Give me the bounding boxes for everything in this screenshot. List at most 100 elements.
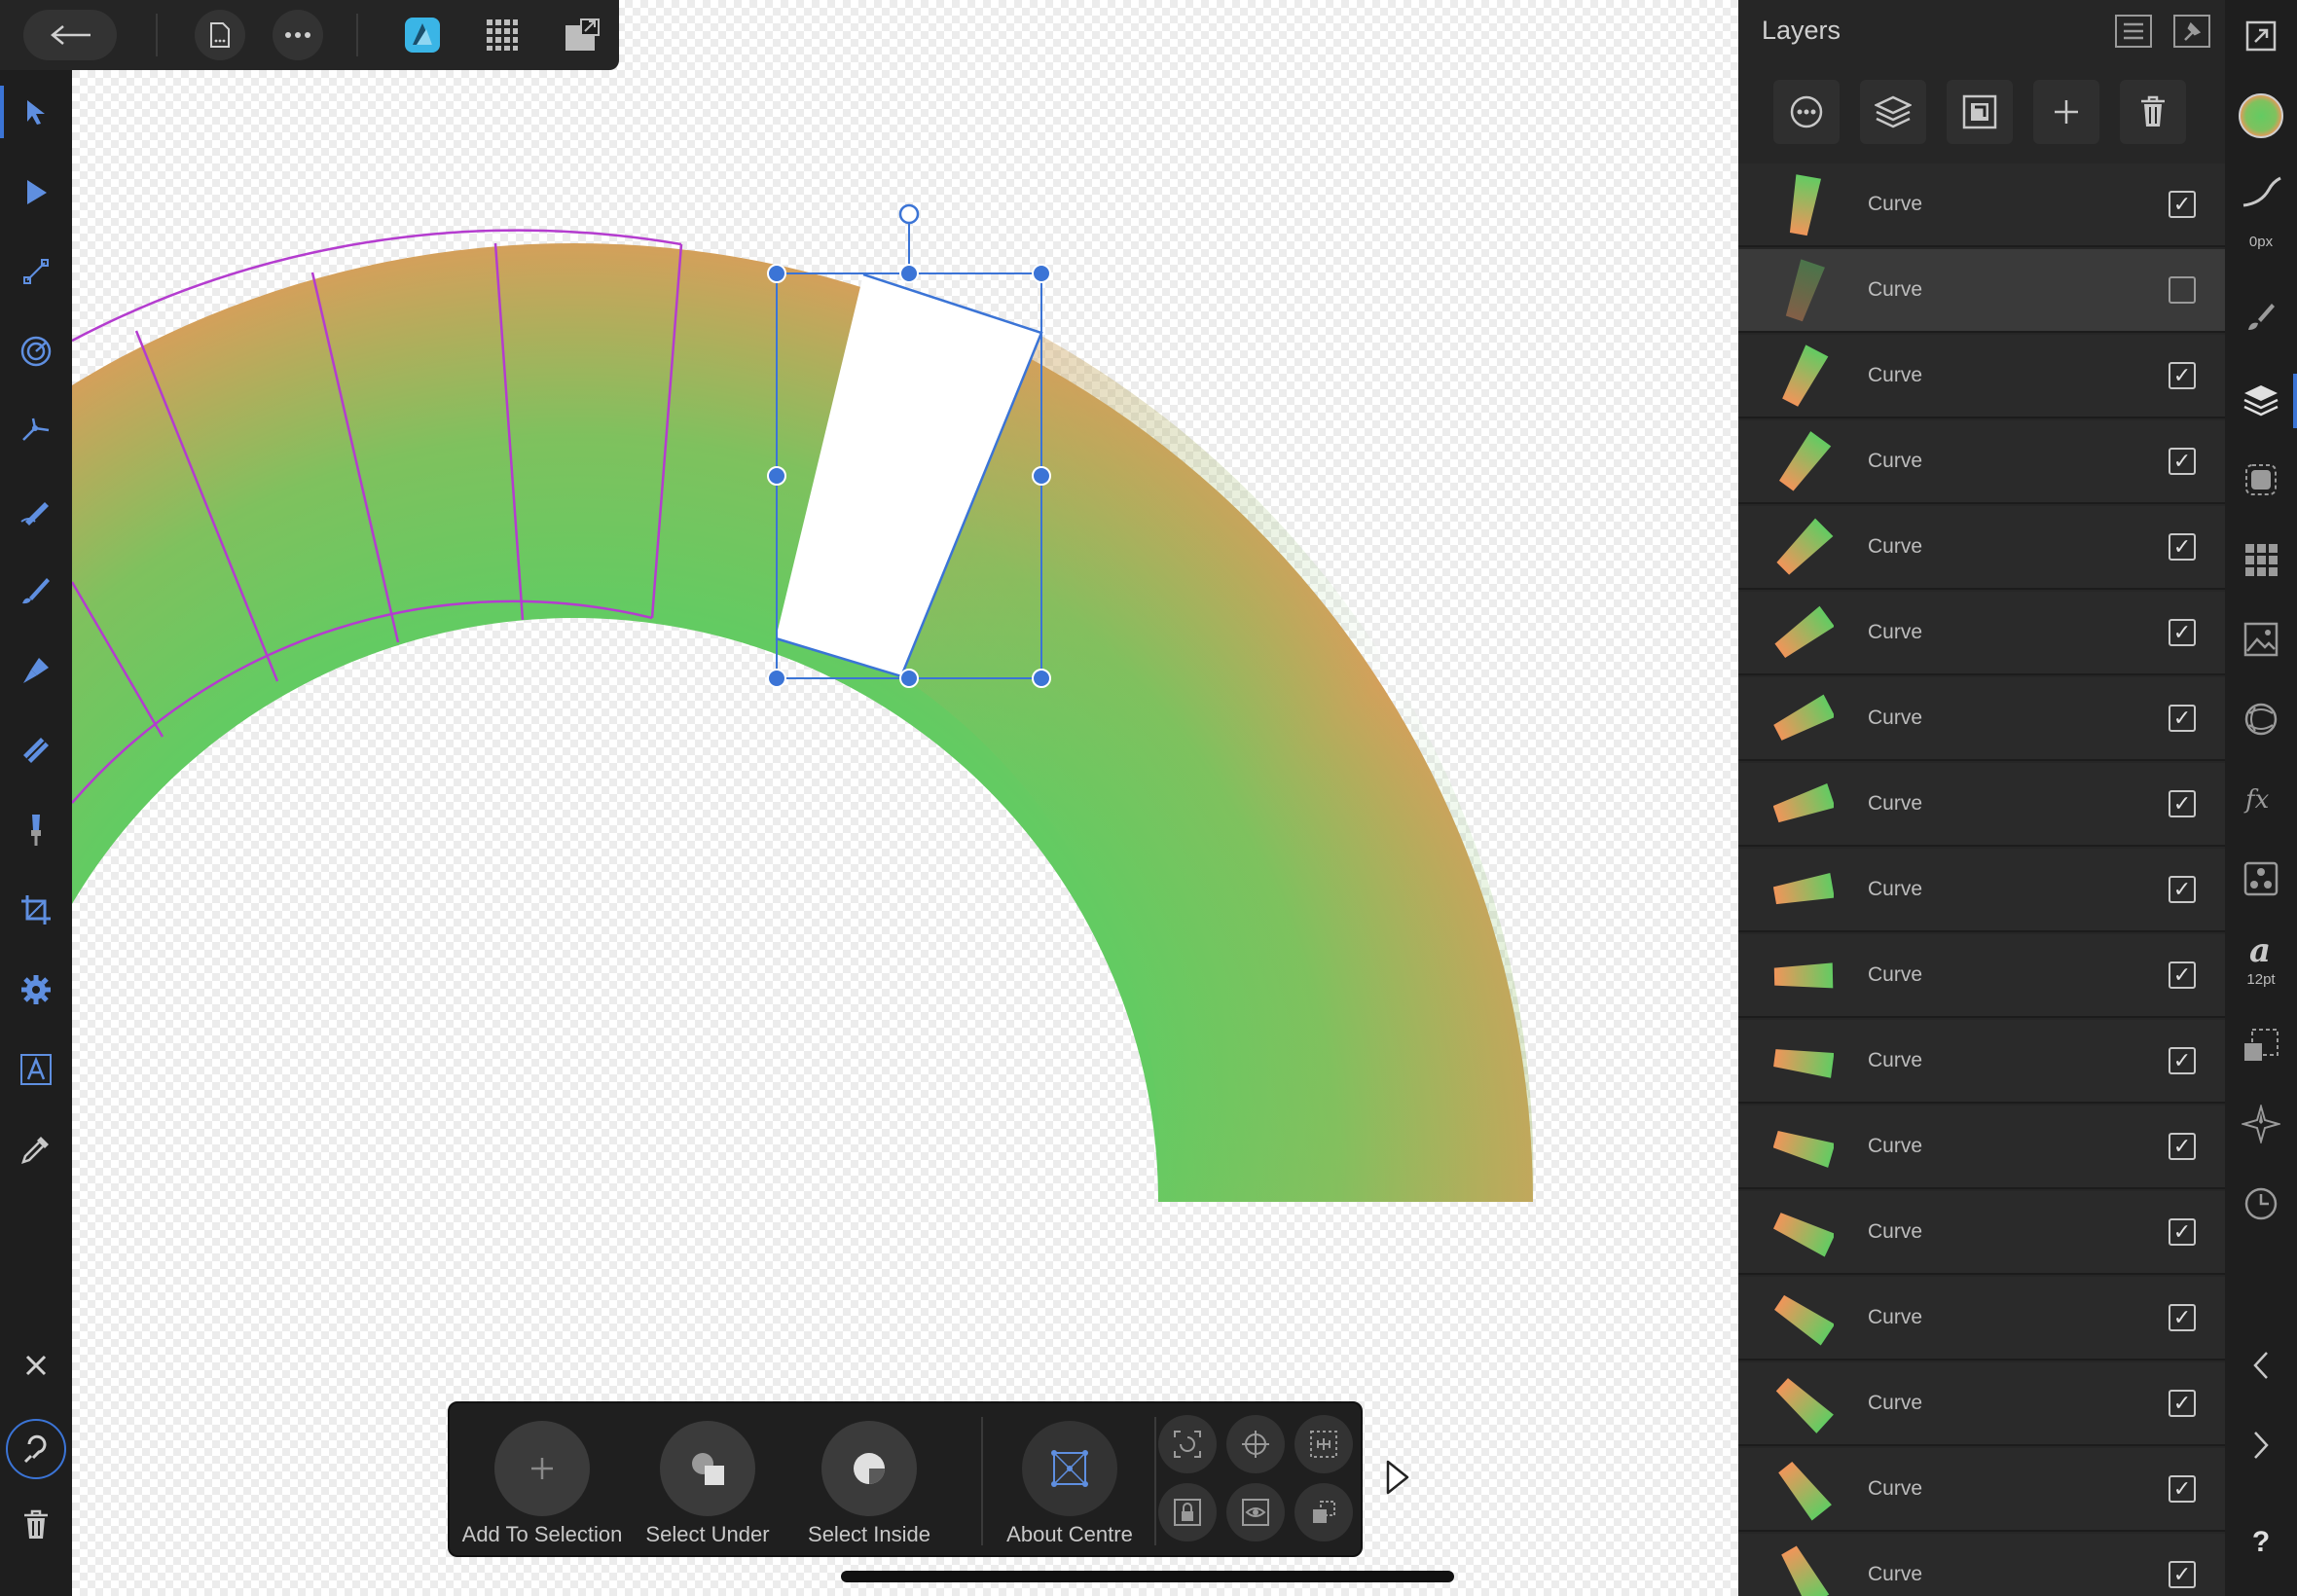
swatches-studio-button[interactable]	[2237, 535, 2285, 584]
layer-name: Curve	[1868, 1477, 1923, 1500]
color-picker-tool[interactable]	[12, 1125, 60, 1174]
layer-name: Curve	[1868, 1563, 1923, 1585]
pin-panel-button[interactable]	[2172, 12, 2211, 51]
artwork[interactable]	[72, 0, 1738, 1596]
delete-layer-button[interactable]	[2120, 80, 2186, 144]
arrange-button[interactable]	[1294, 1483, 1353, 1542]
back-button[interactable]	[23, 10, 117, 60]
layer-visibility-checkbox[interactable]: ✓	[2169, 1133, 2196, 1160]
layer-visibility-checkbox[interactable]: ✓	[2169, 790, 2196, 817]
styles-studio-button[interactable]	[2237, 854, 2285, 903]
brushes-studio-button[interactable]	[2237, 292, 2285, 341]
select-inside-button[interactable]: Select Inside	[786, 1413, 952, 1549]
layer-visibility-checkbox[interactable]: ✓	[2169, 362, 2196, 389]
collapse-right-button[interactable]	[2237, 1421, 2285, 1469]
transform-studio-button[interactable]	[2237, 1022, 2285, 1070]
about-centre-button[interactable]: About Centre	[987, 1413, 1152, 1549]
layer-list[interactable]: Curve ✓ Curve Curve ✓ Curve ✓ Curve ✓ Curve ✓ Curve…	[1738, 163, 2225, 1596]
export-persona-button[interactable]	[557, 10, 607, 60]
fill-tool[interactable]	[12, 726, 60, 775]
vector-brush-tool[interactable]	[12, 566, 60, 615]
layer-row[interactable]: Curve ✓	[1738, 420, 2225, 504]
pen-tool[interactable]	[12, 646, 60, 695]
layer-row[interactable]: Curve ✓	[1738, 1277, 2225, 1360]
effects-studio-button[interactable]: fx	[2237, 775, 2285, 823]
vector-brush-icon	[22, 578, 50, 604]
layer-visibility-checkbox[interactable]: ✓	[2169, 876, 2196, 903]
layer-row[interactable]: Curve ✓	[1738, 1448, 2225, 1532]
move-tool[interactable]	[12, 88, 60, 136]
designer-persona-button[interactable]	[397, 10, 448, 60]
history-studio-button[interactable]	[2237, 1179, 2285, 1228]
transparency-tool[interactable]	[12, 806, 60, 854]
layer-visibility-checkbox[interactable]: ✓	[2169, 1047, 2196, 1074]
blend-options-button[interactable]	[1773, 80, 1840, 144]
layers-studio-button[interactable]	[2237, 376, 2285, 424]
transform-origin-button[interactable]	[1158, 1415, 1217, 1473]
mask-layer-button[interactable]	[1947, 80, 2013, 144]
shape-tool[interactable]	[12, 965, 60, 1014]
layer-visibility-checkbox[interactable]: ✓	[2169, 533, 2196, 561]
layer-visibility-checkbox[interactable]: ✓	[2169, 1475, 2196, 1503]
more-button[interactable]	[273, 10, 323, 60]
add-to-selection-button[interactable]: Add To Selection	[459, 1413, 625, 1549]
close-tool-button[interactable]	[12, 1341, 60, 1390]
layer-row[interactable]: Curve ✓	[1738, 1362, 2225, 1446]
layer-row[interactable]: Curve ✓	[1738, 592, 2225, 675]
text-tool[interactable]	[12, 1045, 60, 1094]
layer-row[interactable]: Curve ✓	[1738, 934, 2225, 1018]
layer-row[interactable]: Curve ✓	[1738, 677, 2225, 761]
layer-visibility-checkbox[interactable]: ✓	[2169, 1304, 2196, 1331]
layer-visibility-checkbox[interactable]: ✓	[2169, 619, 2196, 646]
contour-tool[interactable]	[12, 407, 60, 455]
layer-row[interactable]: Curve ✓	[1738, 335, 2225, 418]
layer-visibility-checkbox[interactable]: ✓	[2169, 448, 2196, 475]
stroke-button[interactable]	[2237, 167, 2285, 216]
layer-row[interactable]: Curve ✓	[1738, 763, 2225, 847]
pencil-tool[interactable]	[12, 487, 60, 535]
snapping-button[interactable]	[1226, 1415, 1285, 1473]
layer-visibility-checkbox[interactable]: ✓	[2169, 961, 2196, 989]
layer-row[interactable]: Curve ✓	[1738, 1191, 2225, 1275]
layer-visibility-checkbox[interactable]: ✓	[2169, 1218, 2196, 1246]
pixel-persona-button[interactable]	[477, 10, 528, 60]
node-tool[interactable]	[12, 167, 60, 216]
layer-row[interactable]: Curve ✓	[1738, 1106, 2225, 1189]
layer-row[interactable]: Curve ✓	[1738, 1534, 2225, 1596]
layer-visibility-checkbox[interactable]: ✓	[2169, 1561, 2196, 1588]
navigator-studio-button[interactable]	[2237, 1100, 2285, 1148]
align-button[interactable]	[1294, 1415, 1353, 1473]
stock-studio-button[interactable]	[2237, 615, 2285, 664]
view-mode-button[interactable]	[2237, 12, 2285, 60]
crop-tool[interactable]	[12, 886, 60, 934]
add-layer-button[interactable]	[2033, 80, 2099, 144]
document-button[interactable]	[195, 10, 245, 60]
point-transform-tool[interactable]	[12, 327, 60, 376]
select-under-button[interactable]: Select Under	[625, 1413, 790, 1549]
layer-row[interactable]: Curve ✓	[1738, 849, 2225, 932]
affinity-designer-icon	[405, 18, 440, 53]
transparency-studio-button[interactable]	[2237, 695, 2285, 744]
layer-visibility-checkbox[interactable]: ✓	[2169, 705, 2196, 732]
layer-row[interactable]: Curve	[1738, 249, 2225, 333]
delete-button[interactable]	[12, 1501, 60, 1549]
assistant-button[interactable]	[6, 1419, 66, 1479]
layer-visibility-checkbox[interactable]: ✓	[2169, 191, 2196, 218]
view-children-button[interactable]	[1226, 1483, 1285, 1542]
appearance-studio-button[interactable]	[2237, 455, 2285, 504]
fill-color-swatch[interactable]	[2237, 91, 2285, 140]
collapse-left-button[interactable]	[2237, 1341, 2285, 1390]
layer-visibility-checkbox[interactable]: ✓	[2169, 1390, 2196, 1417]
layer-row[interactable]: Curve ✓	[1738, 506, 2225, 590]
rotation-handle[interactable]	[898, 203, 920, 225]
text-studio-button[interactable]: a	[2237, 925, 2285, 973]
lock-children-button[interactable]	[1158, 1483, 1217, 1542]
help-button[interactable]: ?	[2237, 1518, 2285, 1567]
corner-tool[interactable]	[12, 247, 60, 296]
layer-visibility-checkbox[interactable]	[2169, 276, 2196, 304]
document-canvas[interactable]	[72, 0, 1738, 1596]
layer-stack-button[interactable]	[1860, 80, 1926, 144]
layer-row[interactable]: Curve ✓	[1738, 1020, 2225, 1104]
layer-row[interactable]: Curve ✓	[1738, 163, 2225, 247]
panel-menu-button[interactable]	[2114, 12, 2153, 51]
